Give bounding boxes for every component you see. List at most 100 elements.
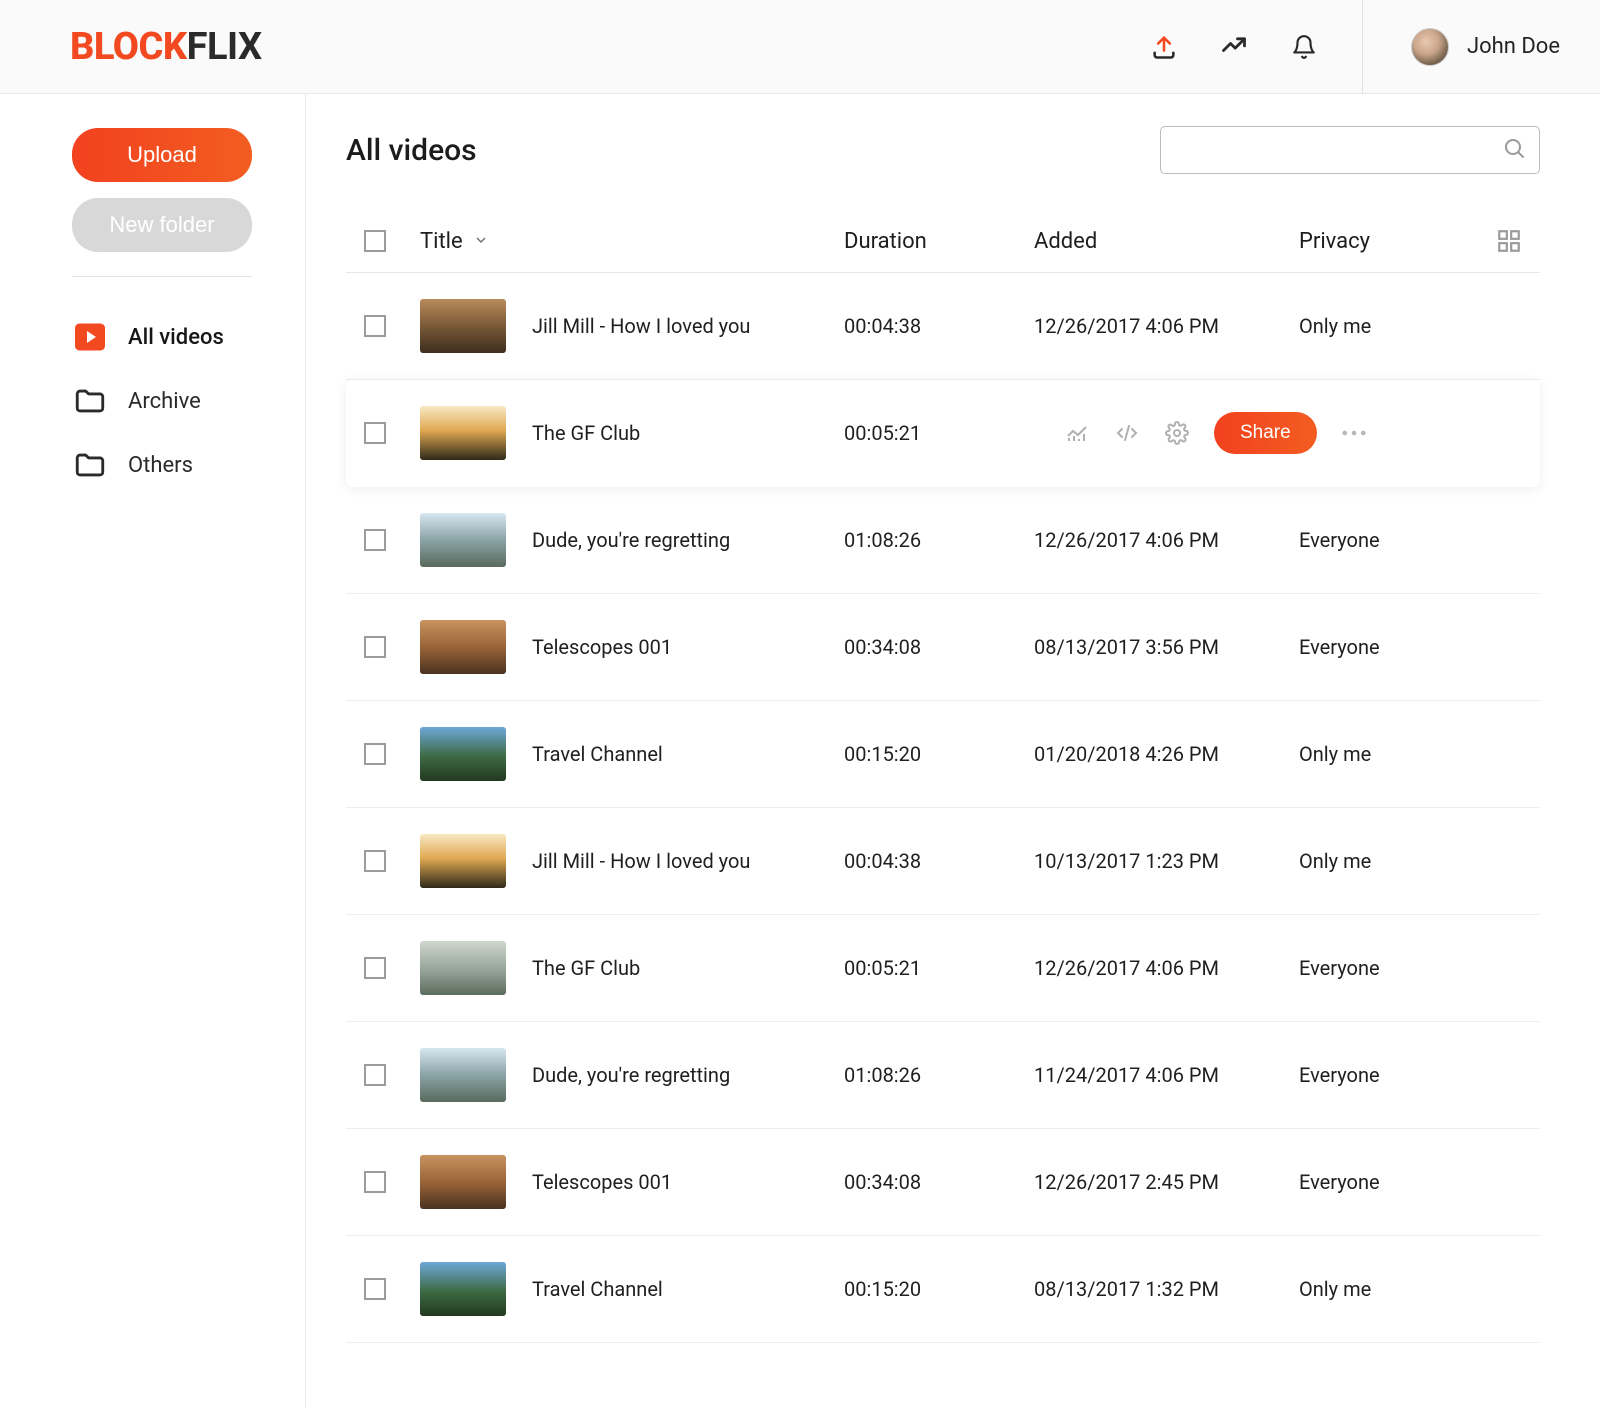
video-row[interactable]: The GF Club 00:05:21 Share (346, 380, 1540, 487)
video-added: 08/13/2017 1:32 PM (1034, 1277, 1299, 1301)
video-title: The GF Club (532, 421, 640, 445)
video-row[interactable]: Dude, you're regretting 01:08:2611/24/201… (346, 1022, 1540, 1129)
video-duration: 01:08:26 (844, 528, 1034, 552)
nav-label: Archive (128, 389, 201, 414)
select-all-checkbox[interactable] (364, 230, 386, 252)
row-checkbox[interactable] (364, 636, 386, 658)
video-title: Jill Mill - How I loved you (532, 849, 750, 873)
video-added: 12/26/2017 2:45 PM (1034, 1170, 1299, 1194)
logo-part1: BLOCK (70, 25, 187, 69)
header-right: John Doe (1150, 0, 1560, 94)
nav-all-videos[interactable]: All videos (72, 305, 271, 369)
gear-icon[interactable] (1164, 420, 1190, 446)
row-checkbox[interactable] (364, 422, 386, 444)
video-privacy: Everyone (1299, 956, 1522, 980)
video-duration: 00:15:20 (844, 742, 1034, 766)
video-added: 11/24/2017 4:06 PM (1034, 1063, 1299, 1087)
video-added: 12/26/2017 4:06 PM (1034, 528, 1299, 552)
analytics-icon[interactable] (1220, 33, 1248, 61)
video-duration: 00:05:21 (844, 421, 1034, 445)
thumbnail (420, 727, 506, 781)
row-checkbox[interactable] (364, 1278, 386, 1300)
video-title: The GF Club (532, 956, 640, 980)
video-duration: 00:34:08 (844, 635, 1034, 659)
username: John Doe (1467, 34, 1560, 59)
row-checkbox[interactable] (364, 1064, 386, 1086)
upload-icon[interactable] (1150, 33, 1178, 61)
header-icons (1150, 0, 1363, 94)
row-actions: Share (1034, 412, 1522, 454)
bell-icon[interactable] (1290, 33, 1318, 61)
video-privacy: Only me (1299, 1277, 1522, 1301)
chevron-down-icon (473, 229, 489, 254)
play-icon (72, 319, 108, 355)
row-checkbox[interactable] (364, 529, 386, 551)
video-added: 10/13/2017 1:23 PM (1034, 849, 1299, 873)
video-row[interactable]: Jill Mill - How I loved you00:04:3810/13… (346, 808, 1540, 915)
row-checkbox[interactable] (364, 957, 386, 979)
folder-icon (72, 447, 108, 483)
video-added: 08/13/2017 3:56 PM (1034, 635, 1299, 659)
row-checkbox[interactable] (364, 315, 386, 337)
video-duration: 01:08:26 (844, 1063, 1034, 1087)
video-privacy: Only me (1299, 849, 1522, 873)
sidebar-divider (72, 276, 252, 277)
video-privacy: Only me (1299, 742, 1522, 766)
logo[interactable]: BLOCKFLIX (70, 25, 262, 69)
video-added: 12/26/2017 4:06 PM (1034, 314, 1299, 338)
row-checkbox[interactable] (364, 743, 386, 765)
video-privacy: Everyone (1299, 1063, 1522, 1087)
thumbnail (420, 406, 506, 460)
more-icon[interactable] (1341, 420, 1367, 446)
avatar (1411, 28, 1449, 66)
search-icon[interactable] (1502, 136, 1526, 164)
page-title: All videos (346, 133, 477, 168)
share-button[interactable]: Share (1214, 412, 1317, 454)
video-row[interactable]: Jill Mill - How I loved you 00:04:3812/26… (346, 273, 1540, 380)
stats-icon[interactable] (1064, 420, 1090, 446)
video-title: Telescopes 001 (532, 1170, 672, 1194)
thumbnail (420, 1048, 506, 1102)
folder-icon (72, 383, 108, 419)
video-row[interactable]: Dude, you're regretting 01:08:2612/26/201… (346, 487, 1540, 594)
thumbnail (420, 299, 506, 353)
video-row[interactable]: Telescopes 001 00:34:0812/26/2017 2:45 PM… (346, 1129, 1540, 1236)
video-privacy: Everyone (1299, 635, 1522, 659)
video-duration: 00:04:38 (844, 314, 1034, 338)
video-row[interactable]: Travel Channel 00:15:2001/20/2018 4:26 PM… (346, 701, 1540, 808)
video-title: Travel Channel (532, 1277, 663, 1301)
nav-label: Others (128, 453, 193, 478)
nav-others[interactable]: Others (72, 433, 271, 497)
embed-icon[interactable] (1114, 420, 1140, 446)
video-added: 01/20/2018 4:26 PM (1034, 742, 1299, 766)
row-checkbox[interactable] (364, 850, 386, 872)
video-duration: 00:34:08 (844, 1170, 1034, 1194)
table-header: Title Duration Added Privacy (346, 210, 1540, 273)
nav-label: All videos (128, 325, 224, 350)
video-title: Dude, you're regretting (532, 1063, 730, 1087)
video-row[interactable]: Travel Channel00:15:2008/13/2017 1:32 PM… (346, 1236, 1540, 1343)
body: Upload New folder All videos Archive Oth… (0, 94, 1600, 1408)
video-rows: Jill Mill - How I loved you00:04:3812/26… (346, 273, 1540, 1343)
column-privacy[interactable]: Privacy (1299, 229, 1482, 254)
new-folder-button[interactable]: New folder (72, 198, 252, 252)
video-title: Travel Channel (532, 742, 663, 766)
row-checkbox[interactable] (364, 1171, 386, 1193)
column-added[interactable]: Added (1034, 229, 1299, 254)
video-duration: 00:05:21 (844, 956, 1034, 980)
search-input[interactable] (1160, 126, 1540, 174)
video-title: Jill Mill - How I loved you (532, 314, 750, 338)
nav-archive[interactable]: Archive (72, 369, 271, 433)
thumbnail (420, 620, 506, 674)
thumbnail (420, 1262, 506, 1316)
video-title: Dude, you're regretting (532, 528, 730, 552)
column-duration[interactable]: Duration (844, 229, 1034, 254)
search (1160, 126, 1540, 174)
logo-part2: FLIX (187, 25, 262, 69)
upload-button[interactable]: Upload (72, 128, 252, 182)
video-row[interactable]: The GF Club00:05:2112/26/2017 4:06 PMEve… (346, 915, 1540, 1022)
view-toggle[interactable] (1482, 228, 1522, 254)
column-title[interactable]: Title (420, 229, 844, 254)
video-row[interactable]: Telescopes 00100:34:0808/13/2017 3:56 PM… (346, 594, 1540, 701)
user-menu[interactable]: John Doe (1411, 28, 1560, 66)
